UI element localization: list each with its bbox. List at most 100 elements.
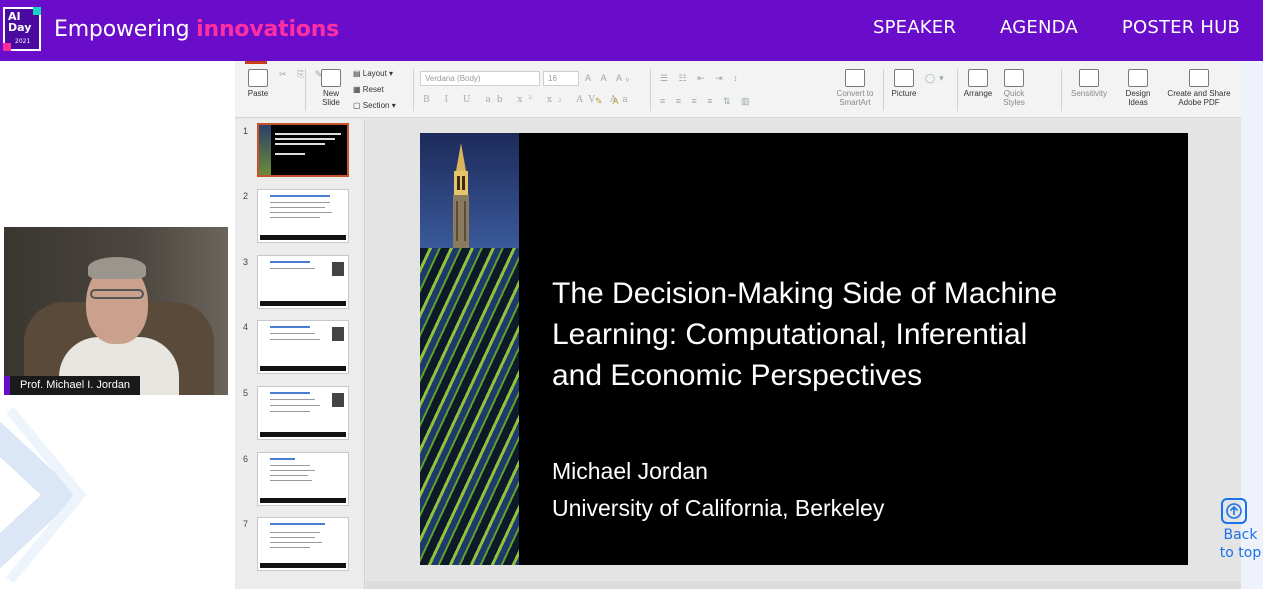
- design-ideas-button[interactable]: Design Ideas: [1121, 69, 1155, 107]
- thumbnail-title: [270, 392, 310, 394]
- campanile-tower-image: [453, 143, 469, 248]
- thumbnail-line: [270, 339, 320, 340]
- back-to-top-button[interactable]: Back to top: [1218, 498, 1263, 562]
- thumbnail-title: [270, 523, 325, 525]
- logo-accent: [33, 7, 41, 15]
- smartart-icon: [845, 69, 865, 87]
- paste-button[interactable]: Paste: [243, 69, 273, 98]
- thumbnail-line: [270, 470, 315, 471]
- reset-label: Reset: [362, 85, 384, 94]
- thumbnail-image: [332, 262, 344, 276]
- slide-title-line: and Economic Perspectives: [552, 359, 923, 392]
- arrow-up-icon: [1221, 498, 1247, 524]
- slide-number: 5: [243, 388, 249, 398]
- ai-day-logo[interactable]: AI Day 2021: [3, 7, 41, 51]
- thumbnail-line: [270, 217, 320, 218]
- convert-smartart-label: Convert to SmartArt: [836, 89, 874, 107]
- slide-thumbnail-5[interactable]: [257, 386, 349, 440]
- logo-text-day: Day: [8, 21, 32, 34]
- nav-agenda[interactable]: AGENDA: [1000, 17, 1078, 38]
- font-name-select[interactable]: Verdana (Body): [420, 71, 540, 86]
- slide-thumbnail-6[interactable]: [257, 452, 349, 506]
- design-ideas-label: Design Ideas: [1125, 89, 1151, 107]
- list-indent-icons[interactable]: ☰ ☷ ⇤ ⇥ ↕: [660, 73, 742, 84]
- new-slide-button[interactable]: New Slide: [313, 69, 349, 107]
- thumbnail-line: [270, 547, 310, 548]
- section-button[interactable]: ▢ Section ▾: [353, 101, 396, 110]
- slide-author-block[interactable]: Michael Jordan University of California,…: [552, 453, 884, 527]
- slide-number: 6: [243, 454, 249, 464]
- ribbon-separator: [305, 69, 306, 111]
- nav-speaker[interactable]: SPEAKER: [873, 17, 956, 38]
- alignment-icons[interactable]: ≡ ≡ ≡ ≡ ⇅ ▥: [660, 96, 754, 107]
- thumbnail-footer: [260, 432, 346, 437]
- slide-number: 1: [243, 126, 249, 136]
- thumbnail-line: [270, 212, 332, 213]
- thumbnail-title: [270, 458, 295, 460]
- slide-thumbnail-7[interactable]: [257, 517, 349, 571]
- video-speaker-glasses: [90, 289, 144, 299]
- tagline: Empowering innovations: [54, 17, 339, 42]
- ribbon-separator: [413, 69, 414, 111]
- thumbnail-image: [332, 327, 344, 341]
- arrange-button[interactable]: Arrange: [961, 69, 995, 98]
- slide-thumbnail-4[interactable]: [257, 320, 349, 374]
- slide-editing-canvas[interactable]: The Decision-Making Side of Machine Lear…: [366, 119, 1241, 581]
- back-to-top-label-1: Back: [1223, 527, 1258, 543]
- thumbnail-title: [270, 195, 330, 197]
- layout-button[interactable]: ▤ Layout ▾: [353, 69, 393, 78]
- slide-thumbnail-3[interactable]: [257, 255, 349, 309]
- slide-title-line: Learning: Computational, Inferential: [552, 318, 1028, 351]
- thumbnail-line: [270, 268, 315, 269]
- shapes-icon[interactable]: ◯▾: [925, 73, 948, 84]
- reset-button[interactable]: ▦ Reset: [353, 85, 384, 94]
- slide-title[interactable]: The Decision-Making Side of Machine Lear…: [552, 273, 1162, 396]
- font-size-select[interactable]: 16: [543, 71, 579, 86]
- adobe-pdf-icon: [1189, 69, 1209, 87]
- arrow-up-svg: [1226, 503, 1242, 519]
- create-share-pdf-button[interactable]: Create and Share Adobe PDF: [1165, 69, 1233, 107]
- thumbnail-line: [270, 537, 315, 538]
- slide-number: 4: [243, 322, 249, 332]
- slide-thumbnail-2[interactable]: [257, 189, 349, 243]
- thumbnail-line: [270, 405, 320, 406]
- background-chevron-decoration: [0, 406, 87, 584]
- convert-smartart-button[interactable]: Convert to SmartArt: [830, 69, 880, 107]
- slide-photo: [420, 133, 519, 565]
- highlight-font-color-icons[interactable]: ✎ A: [595, 96, 623, 107]
- paste-icon: [248, 69, 268, 87]
- quick-styles-label: Quick Styles: [1003, 89, 1025, 107]
- current-slide[interactable]: The Decision-Making Side of Machine Lear…: [420, 133, 1188, 565]
- slide-photo-pattern: [420, 248, 519, 565]
- top-header: AI Day 2021 Empowering innovations SPEAK…: [0, 0, 1263, 61]
- thumbnail-footer: [260, 498, 346, 503]
- slide-thumbnail-1[interactable]: [257, 123, 349, 177]
- font-grow-shrink-icons[interactable]: A A Aᵥ: [585, 73, 633, 83]
- ribbon-toolbar: Paste ✂ ⎘ ✎ New Slide ▤ Layout ▾ ▦ Reset…: [235, 61, 1241, 118]
- slide-affiliation: University of California, Berkeley: [552, 495, 885, 521]
- nav-poster-hub[interactable]: POSTER HUB: [1122, 17, 1240, 38]
- thumbnail-footer: [260, 366, 346, 371]
- sensitivity-button[interactable]: Sensitivity: [1067, 69, 1111, 98]
- thumbnail-line: [270, 399, 315, 400]
- section-label: Section: [362, 101, 390, 110]
- powerpoint-window: Paste ✂ ⎘ ✎ New Slide ▤ Layout ▾ ▦ Reset…: [235, 61, 1241, 589]
- picture-button[interactable]: Picture: [887, 69, 921, 98]
- video-speaker-hair: [88, 257, 146, 279]
- slide-thumbnails-pane[interactable]: 1 2 3 4 5 6 7: [235, 119, 365, 589]
- quick-styles-button[interactable]: Quick Styles: [999, 69, 1029, 107]
- slide-title-line: The Decision-Making Side of Machine: [552, 277, 1058, 310]
- thumbnail-title: [270, 326, 310, 328]
- logo-accent: [3, 43, 11, 51]
- arrange-icon: [968, 69, 988, 87]
- slide-number: 3: [243, 257, 249, 267]
- logo-text-year: 2021: [15, 38, 31, 45]
- thumbnail-line: [270, 333, 315, 334]
- arrange-label: Arrange: [963, 89, 993, 98]
- thumbnail-line: [270, 542, 322, 543]
- picture-label: Picture: [891, 89, 917, 98]
- ribbon-separator: [1061, 69, 1062, 111]
- speaker-video[interactable]: Prof. Michael I. Jordan: [4, 227, 228, 395]
- speaker-name-label: Prof. Michael I. Jordan: [4, 376, 141, 395]
- new-slide-label: New Slide: [322, 89, 340, 107]
